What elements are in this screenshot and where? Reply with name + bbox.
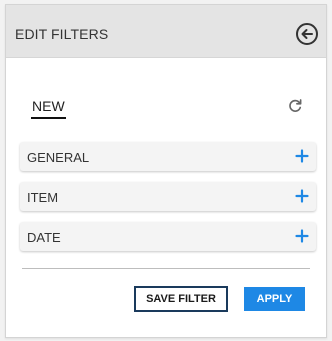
back-button[interactable] [295,22,319,46]
divider [22,268,310,269]
save-filter-button[interactable]: SAVE FILTER [134,286,228,312]
circle-arrow-left-icon [296,23,318,45]
apply-button[interactable]: APPLY [244,287,305,311]
section-item[interactable]: ITEM [20,182,316,211]
plus-icon[interactable] [295,189,309,203]
section-general[interactable]: GENERAL [20,142,316,171]
section-date[interactable]: DATE [20,222,316,251]
refresh-button[interactable] [286,97,304,115]
plus-icon[interactable] [295,229,309,243]
panel-header: EDIT FILTERS [6,5,326,58]
panel-title: EDIT FILTERS [15,26,109,42]
tab-new[interactable]: NEW [31,98,66,119]
section-label: GENERAL [27,150,90,165]
section-label: DATE [27,230,61,245]
plus-icon[interactable] [295,149,309,163]
refresh-icon [289,99,302,112]
edit-filters-panel: EDIT FILTERS NEW GENERAL ITEM DATE SAVE … [5,4,327,338]
section-label: ITEM [27,190,59,205]
